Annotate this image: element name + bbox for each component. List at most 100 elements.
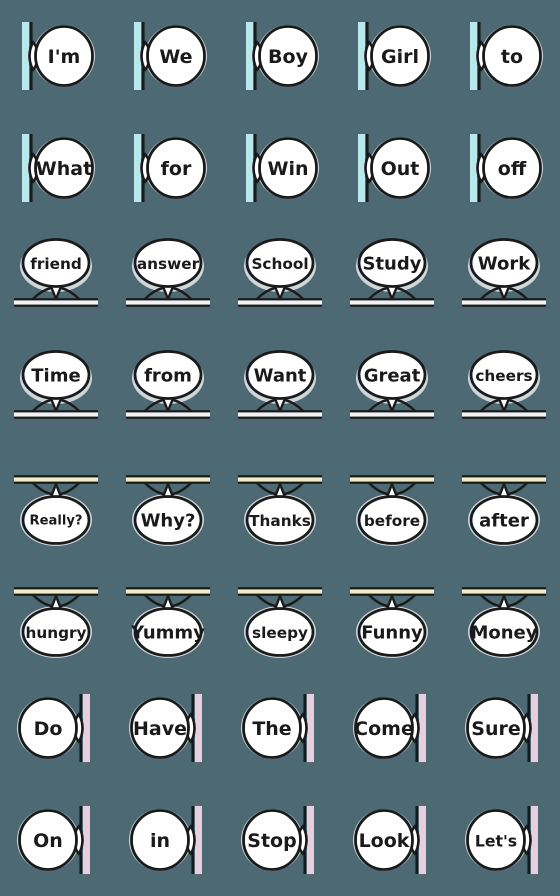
sticker-graphic: sleepy — [238, 587, 322, 658]
pole-bar — [470, 134, 477, 202]
sticker-graphic: Boy — [246, 22, 319, 90]
sticker-graphic: Let's — [465, 806, 538, 874]
ground-bar — [126, 412, 210, 417]
sticker-graphic: Why? — [126, 475, 210, 546]
sticker-label: Sure — [471, 718, 520, 740]
sticker-label: Girl — [381, 46, 419, 68]
emoji-sticker[interactable]: Money — [448, 560, 560, 672]
pole-bar — [470, 22, 477, 90]
emoji-sticker[interactable]: Do — [0, 672, 112, 784]
sticker-graphic: in — [129, 806, 202, 874]
emoji-sticker[interactable]: On — [0, 784, 112, 896]
emoji-sticker[interactable]: I'm — [0, 0, 112, 112]
sticker-graphic: Come — [353, 694, 426, 762]
emoji-sticker[interactable]: Win — [224, 112, 336, 224]
sticker-label: from — [144, 366, 192, 387]
sticker-label: for — [161, 158, 192, 180]
pole-bar — [531, 694, 538, 762]
emoji-sticker[interactable]: Stop — [224, 784, 336, 896]
sticker-label: friend — [30, 255, 82, 273]
emoji-sticker[interactable]: We — [112, 0, 224, 112]
emoji-sticker[interactable]: cheers — [448, 336, 560, 448]
emoji-sticker[interactable]: for — [112, 112, 224, 224]
sticker-label: Do — [34, 718, 63, 740]
pole-bar — [419, 694, 426, 762]
sticker-label: Stop — [247, 830, 296, 852]
emoji-sticker[interactable]: off — [448, 112, 560, 224]
ground-bar — [350, 300, 434, 305]
emoji-sticker[interactable]: Come — [336, 672, 448, 784]
emoji-sticker[interactable]: friend — [0, 224, 112, 336]
emoji-sticker[interactable]: Yummy — [112, 560, 224, 672]
pole-bar — [195, 694, 202, 762]
emoji-sticker[interactable]: before — [336, 448, 448, 560]
sticker-graphic: The — [241, 694, 314, 762]
emoji-sticker[interactable]: Boy — [224, 0, 336, 112]
sticker-label: Funny — [361, 623, 423, 644]
emoji-sticker[interactable]: from — [112, 336, 224, 448]
sticker-label: Great — [364, 366, 421, 387]
sticker-graphic: Look — [353, 806, 426, 874]
emoji-sticker[interactable]: hungry — [0, 560, 112, 672]
hanging-bar — [14, 589, 98, 594]
ground-bar — [462, 412, 546, 417]
emoji-sticker[interactable]: Out — [336, 112, 448, 224]
sticker-label: We — [159, 46, 192, 68]
sticker-label: hungry — [25, 624, 86, 642]
emoji-sticker[interactable]: Thanks — [224, 448, 336, 560]
emoji-sticker[interactable]: School — [224, 224, 336, 336]
emoji-sticker[interactable]: Work — [448, 224, 560, 336]
hanging-bar — [126, 589, 210, 594]
sticker-graphic: Money — [462, 587, 546, 658]
sticker-label: Really? — [30, 514, 83, 529]
sticker-label: in — [150, 830, 170, 852]
sticker-graphic: Win — [246, 134, 319, 202]
emoji-sticker[interactable]: What — [0, 112, 112, 224]
pole-bar — [83, 694, 90, 762]
hanging-bar — [126, 477, 210, 482]
emoji-sticker[interactable]: Let's — [448, 784, 560, 896]
sticker-graphic: Sure — [465, 694, 538, 762]
emoji-sticker[interactable]: sleepy — [224, 560, 336, 672]
emoji-sticker[interactable]: after — [448, 448, 560, 560]
emoji-sticker[interactable]: Study — [336, 224, 448, 336]
emoji-sticker[interactable]: Funny — [336, 560, 448, 672]
emoji-sticker[interactable]: Have — [112, 672, 224, 784]
emoji-sticker[interactable]: Time — [0, 336, 112, 448]
sticker-graphic: cheers — [462, 350, 546, 419]
sticker-graphic: Stop — [241, 806, 314, 874]
sticker-graphic: School — [238, 238, 322, 307]
sticker-label: Out — [381, 158, 420, 180]
ground-bar — [14, 412, 98, 417]
sticker-label: before — [364, 512, 420, 530]
emoji-sticker[interactable]: The — [224, 672, 336, 784]
ground-bar — [462, 300, 546, 305]
sticker-graphic: friend — [14, 238, 98, 307]
emoji-sticker[interactable]: to — [448, 0, 560, 112]
sticker-graphic: On — [17, 806, 90, 874]
emoji-sticker[interactable]: in — [112, 784, 224, 896]
ground-bar — [238, 300, 322, 305]
emoji-sticker[interactable]: Why? — [112, 448, 224, 560]
sticker-graphic: I'm — [22, 22, 95, 90]
pole-bar — [358, 22, 365, 90]
sticker-graphic: after — [462, 475, 546, 546]
emoji-sticker[interactable]: answer — [112, 224, 224, 336]
emoji-sticker[interactable]: Look — [336, 784, 448, 896]
hanging-bar — [350, 589, 434, 594]
ground-bar — [350, 412, 434, 417]
sticker-graphic: off — [470, 134, 543, 202]
sticker-label: Time — [31, 366, 80, 387]
sticker-graphic: before — [350, 475, 434, 546]
emoji-sticker[interactable]: Girl — [336, 0, 448, 112]
emoji-sticker[interactable]: Sure — [448, 672, 560, 784]
emoji-sticker[interactable]: Want — [224, 336, 336, 448]
ground-bar — [238, 412, 322, 417]
emoji-sticker[interactable]: Great — [336, 336, 448, 448]
pole-bar — [83, 806, 90, 874]
sticker-graphic: Work — [462, 238, 546, 307]
emoji-sticker[interactable]: Really? — [0, 448, 112, 560]
hanging-bar — [238, 589, 322, 594]
hanging-bar — [350, 477, 434, 482]
pole-bar — [195, 806, 202, 874]
